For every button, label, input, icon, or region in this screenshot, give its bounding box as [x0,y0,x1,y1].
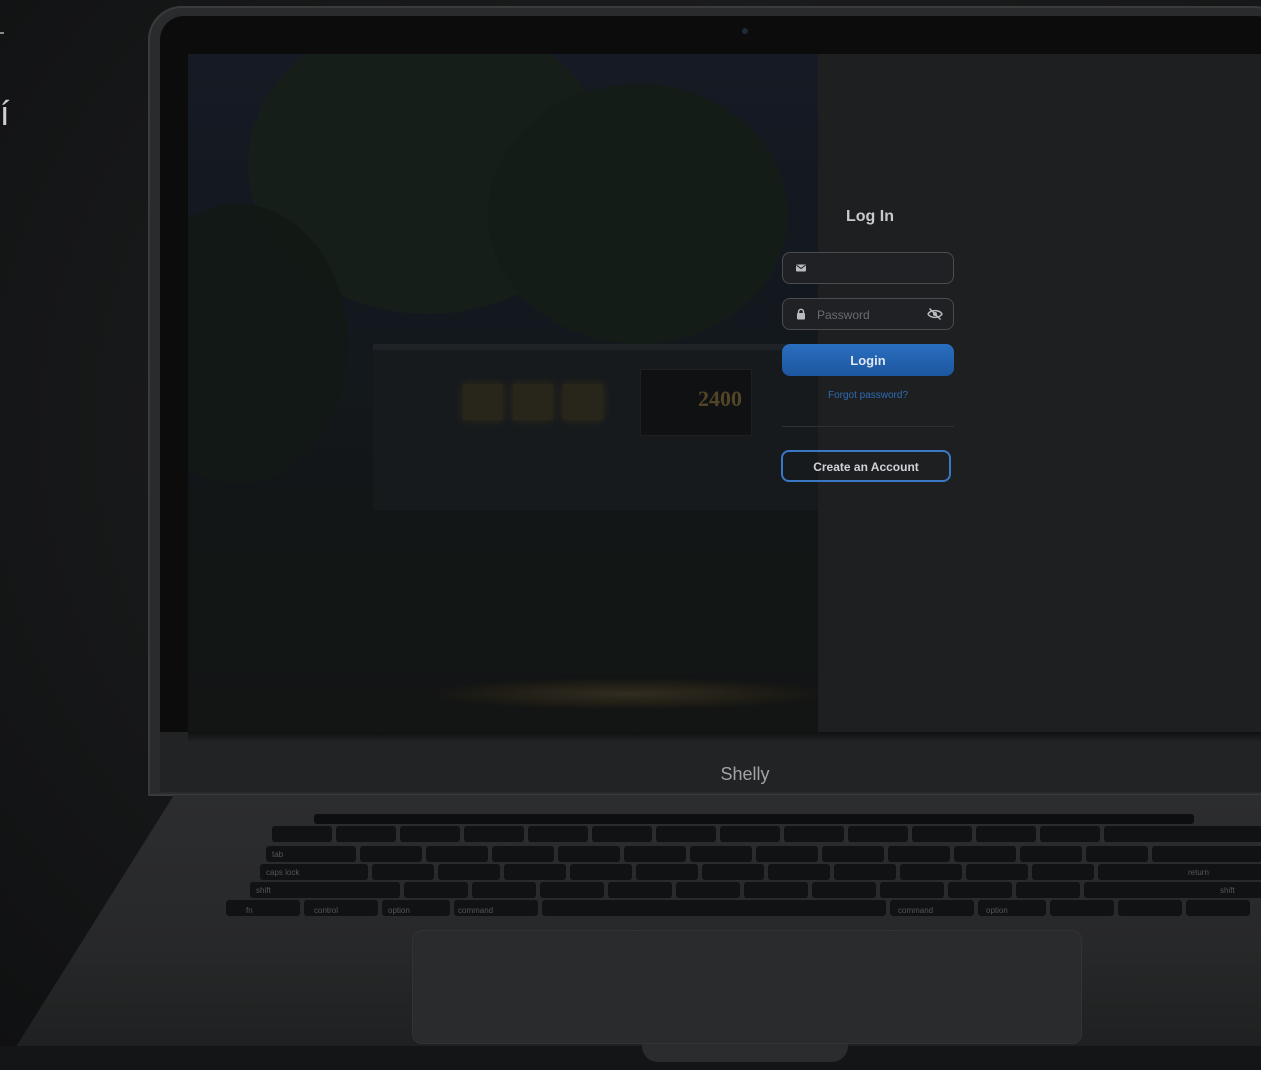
key [880,882,944,898]
lock-icon [797,308,805,320]
key-label: caps lock [266,868,300,877]
key [492,846,554,862]
key [888,846,950,862]
password-field[interactable] [782,298,954,331]
key [822,846,884,862]
key-row [226,882,1261,898]
key [756,846,818,862]
key [912,826,972,842]
key-row [226,864,1261,880]
key [1050,900,1114,916]
base-edge [0,1046,1261,1070]
key-row [226,900,1261,916]
key [676,882,740,898]
key [954,846,1016,862]
photo-overlay [188,54,818,732]
key [336,826,396,842]
key [690,846,752,862]
key [1098,864,1261,880]
key-label: option [388,906,410,915]
key [1040,826,1100,842]
key [1032,864,1094,880]
key [504,864,566,880]
key [250,882,400,898]
screen: 2400 [188,54,1261,732]
key [1020,846,1082,862]
login-title: Log In [846,208,894,225]
key [1104,826,1261,842]
key-label: command [898,906,934,915]
key-label: option [986,906,1008,915]
key [900,864,962,880]
key [400,826,460,842]
key [1186,900,1250,916]
key [636,864,698,880]
key [404,882,468,898]
key [848,826,908,842]
key [720,826,780,842]
key [438,864,500,880]
key [624,846,686,862]
divider [782,426,954,427]
eye-off-icon[interactable] [927,307,943,321]
create-account-button[interactable]: Create an Account [781,450,951,482]
key [976,826,1036,842]
email-field[interactable] [782,252,954,285]
key [464,826,524,842]
key [272,826,332,842]
key [1016,882,1080,898]
key [592,826,652,842]
key-label: fn [246,906,253,915]
key [226,900,300,916]
mail-icon [796,264,806,272]
key [1118,900,1182,916]
key [966,864,1028,880]
key [608,882,672,898]
key [702,864,764,880]
laptop-brand: Shelly [720,764,770,784]
keyboard: delete tab [226,812,1261,918]
laptop-mockup: í 2400 Log In Login Forgot password? Cre… [0,0,1261,1070]
key [558,846,620,862]
key-label: shift [1220,886,1235,895]
key [528,826,588,842]
side-glyph: í [0,95,10,133]
key-row [226,846,1261,862]
key [1152,846,1261,862]
key-row: delete [226,826,1261,857]
email-input[interactable] [815,253,929,285]
key [744,882,808,898]
password-input[interactable] [815,299,929,331]
key-label: tab [272,850,284,859]
key-label: return [1188,868,1209,877]
key [426,846,488,862]
key-label: command [458,906,494,915]
space-bar [542,900,886,916]
key [472,882,536,898]
key-label: control [314,906,339,915]
key-label: shift [256,886,271,895]
key [784,826,844,842]
key [656,826,716,842]
key [540,882,604,898]
key [360,846,422,862]
login-button[interactable]: Login [782,344,954,376]
forgot-password-link[interactable]: Forgot password? [782,390,954,401]
key [768,864,830,880]
key [1086,846,1148,862]
key [834,864,896,880]
trackpad [412,930,1082,1044]
key [372,864,434,880]
chin-shadow [188,732,1261,742]
hinge-notch [642,1044,848,1062]
key [812,882,876,898]
key [570,864,632,880]
side-mark [0,32,4,34]
key [948,882,1012,898]
hero-photo: 2400 [188,54,818,732]
camera-icon [742,28,748,34]
